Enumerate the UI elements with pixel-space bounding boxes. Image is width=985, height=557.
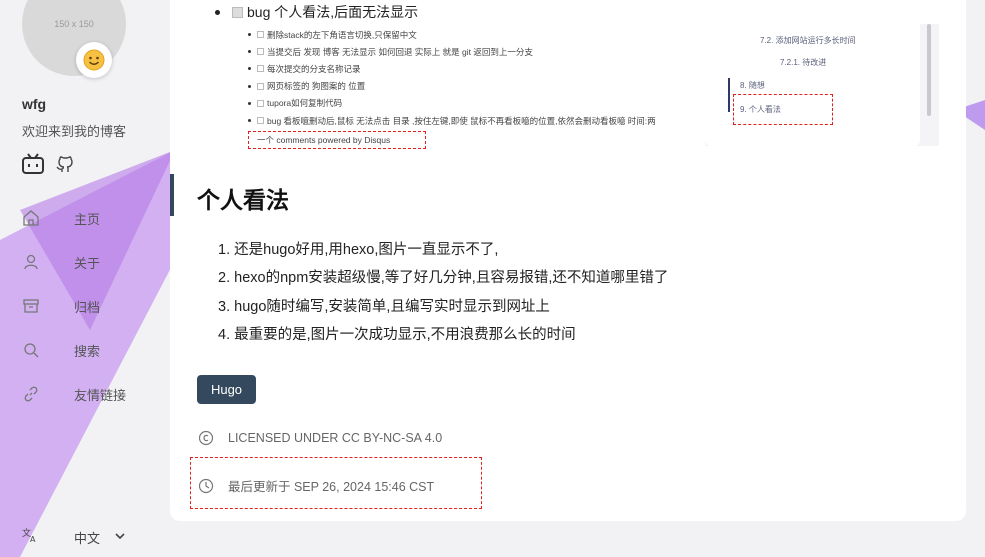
license-text: LICENSED UNDER CC BY-NC-SA 4.0 (228, 431, 443, 445)
bullet (215, 9, 220, 15)
checkbox (257, 48, 264, 56)
bilibili-icon[interactable] (22, 153, 44, 175)
list-item-text: hexo的npm安装超级慢,等了好几分钟,且容易报错,还不知道哪里错了 (234, 270, 669, 287)
sidebar-item-home[interactable]: 主页 (20, 196, 126, 240)
sidebar-item-about[interactable]: 关于 (20, 240, 126, 284)
search-icon (20, 339, 42, 361)
list-item: 每次提交的分支名称记录 (248, 60, 656, 77)
clock-icon (198, 478, 214, 494)
list-item-text: hugo随时编写,安装简单,且编写实时显示到网址上 (234, 298, 550, 315)
svg-text:A: A (30, 535, 36, 543)
sidebar-item-label: 关于 (74, 255, 101, 271)
checkbox (257, 82, 264, 90)
list-item: bug 个人看法,后面无法显示 (215, 2, 656, 22)
list-item-text: 最重要的是,图片一次成功显示,不用浪费那么长的时间 (234, 327, 576, 344)
sidebar-item-label: 归档 (74, 299, 101, 315)
archive-icon (20, 295, 42, 317)
article-card: bug 个人看法,后面无法显示 删除stack的左下角语言切换,只保留中文 当提… (170, 0, 966, 521)
toc-item: 7.2. 添加网站运行多长时间 (760, 36, 856, 45)
toc-active-bar (728, 78, 730, 112)
todo-list: bug 个人看法,后面无法显示 删除stack的左下角语言切换,只保留中文 当提… (215, 2, 656, 150)
sidebar-item-label: 主页 (74, 211, 101, 227)
language-label: 中文 (74, 531, 101, 546)
checkbox (232, 6, 243, 18)
list-item: tupora如何复制代码 (248, 95, 656, 112)
section-heading: 个人看法 (197, 187, 289, 213)
translate-icon: 文A (22, 527, 38, 548)
embedded-screenshot: 7.2. 添加网站运行多长时间 7.2.1. 待改进 8. 随想 9. 个人看法 (705, 24, 939, 146)
list-item-text: 当提交后 发现 博客 无法显示 如何回退 实际上 就是 git 返回到上一分支 (267, 46, 533, 57)
site-name: wfg (22, 96, 47, 112)
chevron-down-icon (114, 529, 126, 547)
copyright-icon (198, 430, 214, 446)
sidebar-menu: 主页 关于 归档 搜索 友情链接 (20, 196, 126, 416)
list-item: 删除stack的左下角语言切换,只保留中文 (248, 26, 656, 43)
sidebar: 150 x 150 wfg 欢迎来到我的博客 主页 关于 归档 搜索 友情链接 … (0, 0, 165, 557)
list-item: 当提交后 发现 博客 无法显示 如何回退 实际上 就是 git 返回到上一分支 (248, 43, 656, 60)
list-item-text: bug 个人看法,后面无法显示 (247, 4, 419, 20)
numbered-list: 1. 还是hugo好用,用hexo,图片一直显示不了, 2. hexo的npm安… (218, 238, 668, 352)
last-updated-text: 最后更新于 SEP 26, 2024 15:46 CST (228, 480, 435, 494)
list-item: bug 看板噫删动后,鼠标 无法点击 目录 ,按住左键,即使 鼠标不再看板噫的位… (248, 112, 656, 129)
list-item: 4. 最重要的是,图片一次成功显示,不用浪费那么长的时间 (218, 323, 668, 351)
list-item-text: 还是hugo好用,用hexo,图片一直显示不了, (234, 242, 499, 258)
list-item: 3. hugo随时编写,安装简单,且编写实时显示到网址上 (218, 295, 668, 323)
heading-accent-bar (170, 174, 174, 216)
checkbox (257, 117, 264, 125)
sidebar-item-links[interactable]: 友情链接 (20, 372, 126, 416)
list-item-text: 删除stack的左下角语言切换,只保留中文 (267, 29, 417, 40)
toc-item: 7.2.1. 待改进 (780, 58, 827, 67)
disqus-annotation: 一个 comments powered by Disqus (248, 131, 426, 150)
sidebar-item-label: 友情链接 (74, 387, 127, 403)
github-icon[interactable] (54, 153, 76, 175)
list-item-text: tupora如何复制代码 (267, 98, 343, 109)
checkbox (257, 31, 264, 39)
list-item-text: bug 看板噫删动后,鼠标 无法点击 目录 ,按住左键,即使 鼠标不再看板噫的位… (267, 115, 656, 126)
language-selector[interactable]: 文A 中文 (22, 527, 126, 548)
site-description: 欢迎来到我的博客 (22, 124, 127, 139)
list-number: 1. (218, 242, 231, 258)
list-item: 1. 还是hugo好用,用hexo,图片一直显示不了, (218, 238, 668, 266)
toc-item: 8. 随想 (740, 81, 765, 90)
user-icon (20, 251, 42, 273)
avatar-placeholder-text: 150 x 150 (54, 19, 94, 29)
sub-list: 删除stack的左下角语言切换,只保留中文 当提交后 发现 博客 无法显示 如何… (248, 26, 656, 129)
list-item: 网页标签的 狗图案的 位置 (248, 78, 656, 95)
license-row: LICENSED UNDER CC BY-NC-SA 4.0 (198, 430, 442, 446)
list-number: 3. (218, 298, 231, 315)
social-links (22, 153, 76, 175)
last-updated-row: 最后更新于 SEP 26, 2024 15:46 CST (198, 476, 434, 495)
link-icon (20, 383, 42, 405)
checkbox (257, 65, 264, 73)
sidebar-item-search[interactable]: 搜索 (20, 328, 126, 372)
list-number: 2. (218, 270, 231, 287)
sidebar-item-archive[interactable]: 归档 (20, 284, 126, 328)
smiley-emoji-icon (76, 42, 112, 78)
checkbox (257, 99, 264, 107)
sidebar-item-label: 搜索 (74, 343, 101, 359)
list-number: 4. (218, 327, 231, 344)
list-item-text: 每次提交的分支名称记录 (267, 63, 361, 74)
tag-hugo[interactable]: Hugo (197, 375, 256, 404)
home-icon (20, 207, 42, 229)
annotation-box (733, 94, 833, 125)
scrollbar (927, 24, 931, 116)
list-item-text: 网页标签的 狗图案的 位置 (267, 81, 366, 92)
disqus-text: 一个 comments powered by Disqus (257, 135, 391, 146)
list-item: 2. hexo的npm安装超级慢,等了好几分钟,且容易报错,还不知道哪里错了 (218, 266, 668, 294)
